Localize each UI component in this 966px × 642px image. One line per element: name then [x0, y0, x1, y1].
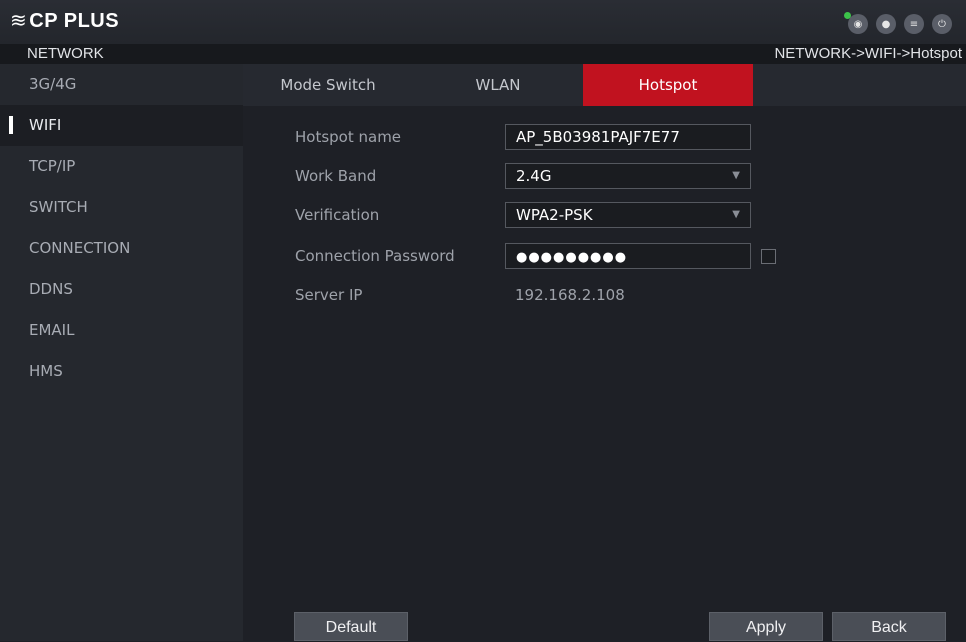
sidebar-item-connection[interactable]: CONNECTION	[0, 228, 243, 269]
tab-mode-switch[interactable]: Mode Switch	[243, 64, 413, 106]
logo-text: CP PLUS	[29, 10, 120, 32]
hotspot-name-input[interactable]: AP_5B03981PAJF7E77	[505, 124, 751, 150]
password-label: Connection Password	[295, 247, 455, 265]
sidebar: 3G/4G WIFI TCP/IP SWITCH CONNECTION DDNS…	[0, 64, 243, 641]
top-icons: ◉ ● ≡ ⏻	[844, 12, 952, 34]
work-band-label: Work Band	[295, 167, 377, 185]
sidebar-item-3g4g[interactable]: 3G/4G	[0, 64, 243, 105]
server-ip-row: Server IP 192.168.2.108	[295, 280, 625, 310]
sidebar-item-tcpip[interactable]: TCP/IP	[0, 146, 243, 187]
power-icon[interactable]: ⏻	[932, 14, 952, 34]
tab-bar: Mode Switch WLAN Hotspot	[243, 64, 966, 106]
breadcrumb: NETWORK->WIFI->Hotspot	[774, 45, 962, 62]
top-bar: ≋ CP PLUS ◉ ● ≡ ⏻	[0, 0, 966, 44]
server-ip-label: Server IP	[295, 286, 363, 304]
status-dot	[844, 12, 851, 19]
tab-hotspot[interactable]: Hotspot	[583, 64, 753, 106]
chevron-down-icon: ▼	[732, 209, 740, 220]
default-button[interactable]: Default	[294, 612, 408, 641]
hotspot-name-row: Hotspot name AP_5B03981PAJF7E77	[295, 122, 751, 152]
eye-icon[interactable]: ◉	[844, 12, 868, 34]
verification-value: WPA2-PSK	[516, 206, 593, 224]
sidebar-item-ddns[interactable]: DDNS	[0, 269, 243, 310]
section-title: NETWORK	[27, 45, 104, 62]
menu-icon[interactable]: ≡	[904, 14, 924, 34]
sidebar-item-switch[interactable]: SWITCH	[0, 187, 243, 228]
work-band-value: 2.4G	[516, 167, 552, 185]
sub-bar: NETWORK NETWORK->WIFI->Hotspot	[0, 44, 966, 64]
verification-label: Verification	[295, 206, 380, 224]
password-row: Connection Password ●●●●●●●●●	[295, 241, 776, 271]
back-button[interactable]: Back	[832, 612, 946, 641]
logo: ≋ CP PLUS	[10, 8, 119, 33]
chevron-down-icon: ▼	[732, 170, 740, 181]
logo-mark: ≋	[10, 10, 28, 32]
hotspot-name-label: Hotspot name	[295, 128, 402, 146]
sidebar-item-wifi[interactable]: WIFI	[0, 105, 243, 146]
apply-button[interactable]: Apply	[709, 612, 823, 641]
tab-wlan[interactable]: WLAN	[413, 64, 583, 106]
verification-select[interactable]: WPA2-PSK ▼	[505, 202, 751, 228]
work-band-select[interactable]: 2.4G ▼	[505, 163, 751, 189]
user-icon[interactable]: ●	[876, 14, 896, 34]
sidebar-item-hms[interactable]: HMS	[0, 351, 243, 392]
sidebar-item-email[interactable]: EMAIL	[0, 310, 243, 351]
password-field[interactable]: ●●●●●●●●●	[505, 243, 751, 269]
show-password-checkbox[interactable]	[761, 248, 776, 264]
password-value: ●●●●●●●●●	[516, 250, 628, 265]
verification-row: Verification WPA2-PSK ▼	[295, 200, 751, 230]
server-ip-value: 192.168.2.108	[515, 286, 625, 304]
work-band-row: Work Band 2.4G ▼	[295, 161, 751, 191]
hotspot-name-value: AP_5B03981PAJF7E77	[516, 128, 680, 146]
